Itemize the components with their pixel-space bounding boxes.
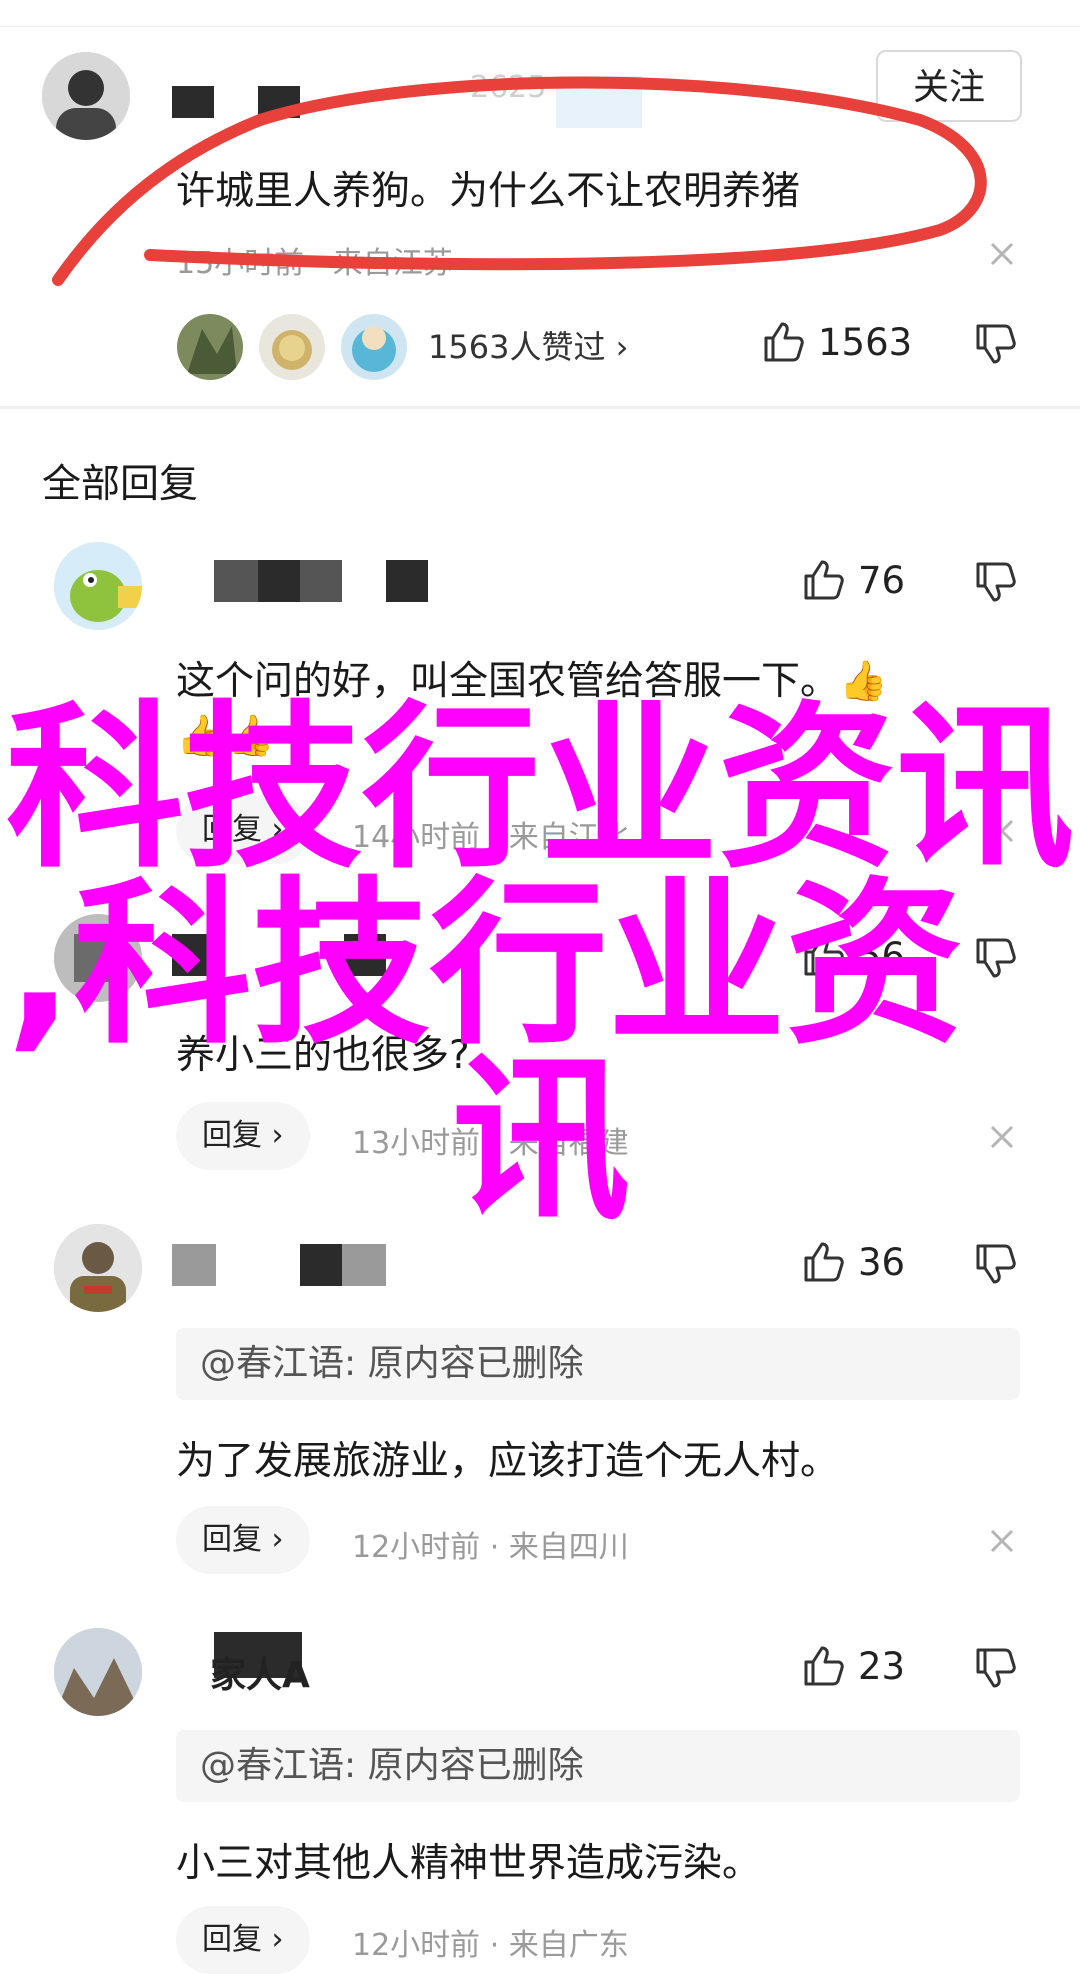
reply-1-name-redacted-3	[300, 560, 342, 602]
reply-4-meta: 12小时前 · 来自广东	[352, 1928, 629, 1963]
liker-avatar-3[interactable]	[338, 311, 410, 383]
reply-4-content: 小三对其他人精神世界造成污染。	[176, 1841, 762, 1886]
close-icon[interactable]	[987, 1526, 1017, 1556]
post-like-count: 1563	[818, 320, 913, 364]
reply-4-quote: @春江语: 原内容已删除	[176, 1730, 1020, 1802]
thumb-down-icon[interactable]	[972, 322, 1016, 366]
liker-avatar-1[interactable]	[174, 311, 246, 383]
reply-3-like-button[interactable]: 36	[800, 1240, 905, 1284]
reply-1-like-count: 76	[858, 558, 906, 602]
reply-3-like-count: 36	[858, 1240, 906, 1284]
post-like-button[interactable]: 1563	[760, 320, 912, 364]
liker-avatar-2[interactable]	[256, 311, 328, 383]
top-divider	[0, 0, 1080, 27]
reply-4-avatar[interactable]	[54, 1628, 142, 1716]
reply-3-quote: @春江语: 原内容已删除	[176, 1328, 1020, 1400]
red-annotation-ellipse-icon	[52, 76, 987, 286]
reply-1-name-redacted-4	[386, 560, 428, 602]
reply-3-meta: 12小时前 · 来自四川	[352, 1530, 629, 1565]
reply-1-name-redacted-2	[258, 560, 300, 602]
all-replies-title: 全部回复	[42, 462, 199, 507]
thumb-up-icon	[800, 1644, 844, 1688]
reply-3-reply-button[interactable]: 回复 ›	[176, 1506, 310, 1574]
likers-summary-link[interactable]: 1563人赞过 ›	[428, 322, 628, 368]
thumb-up-icon	[800, 558, 844, 602]
reply-3-name-redacted-3	[342, 1244, 386, 1286]
close-icon[interactable]	[987, 1122, 1017, 1152]
reply-1-like-button[interactable]: 76	[800, 558, 905, 602]
reply-4-author-name: 家人A	[210, 1655, 310, 1696]
reply-4-like-button[interactable]: 23	[800, 1644, 905, 1688]
reply-3-content: 为了发展旅游业，应该打造个无人村。	[176, 1439, 840, 1484]
reply-3-avatar[interactable]	[54, 1224, 142, 1312]
reply-3-name-redacted	[172, 1244, 216, 1286]
thumb-down-icon[interactable]	[972, 560, 1016, 604]
thumb-down-icon[interactable]	[972, 1242, 1016, 1286]
section-divider	[0, 406, 1080, 409]
thumb-down-icon[interactable]	[972, 1646, 1016, 1690]
reply-2-reply-button[interactable]: 回复 ›	[176, 1102, 310, 1170]
watermark-line-2: ,科技行业资	[6, 861, 964, 1068]
reply-3-name-redacted-2	[300, 1244, 342, 1286]
reply-1-name-redacted	[214, 560, 258, 602]
reply-1-avatar[interactable]	[54, 542, 142, 630]
watermark-line-1: 科技行业资讯	[6, 685, 1074, 892]
thumb-up-icon	[800, 1240, 844, 1284]
thumb-down-icon[interactable]	[972, 936, 1016, 980]
watermark-line-3: 讯	[452, 1037, 630, 1244]
reply-4-reply-button[interactable]: 回复 ›	[176, 1906, 310, 1974]
thumb-up-icon	[760, 320, 804, 364]
reply-4-like-count: 23	[858, 1644, 906, 1688]
